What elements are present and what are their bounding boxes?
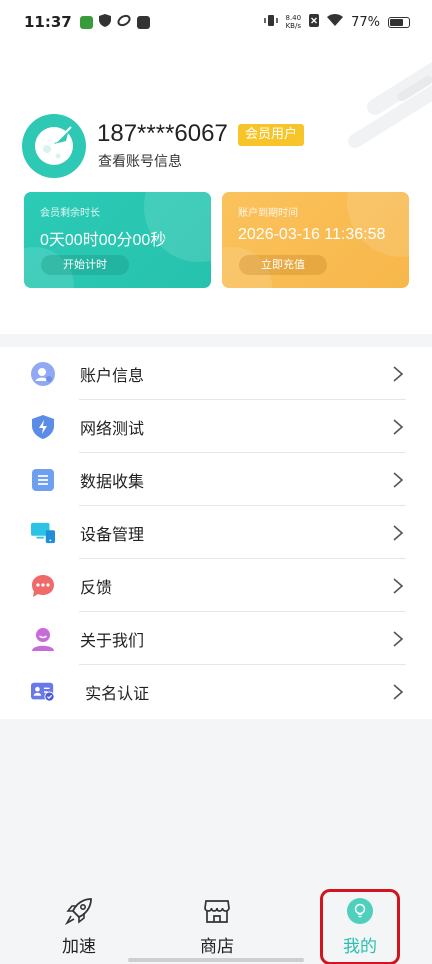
phone-number: 187****6067: [97, 120, 228, 147]
chevron-right-icon: [393, 524, 404, 541]
message-status-icon: [136, 15, 150, 29]
chevron-right-icon: [393, 577, 404, 594]
remaining-time-label: 会员剩余时长: [40, 208, 100, 219]
net-speed-unit: KB/s: [285, 22, 301, 30]
remaining-time-card: 会员剩余时长 0天00时00分00秒 开始计时: [24, 192, 211, 288]
view-account-link[interactable]: 查看账号信息: [98, 151, 182, 171]
expiry-card: 账户到期时间 2026-03-16 11:36:58 立即充值: [222, 192, 409, 288]
menu-item-about-us[interactable]: 关于我们: [0, 612, 432, 665]
app-notification-icon: [79, 15, 93, 29]
home-indicator: [128, 958, 304, 962]
tab-label-store: 商店: [200, 937, 234, 957]
avatar[interactable]: [22, 114, 86, 178]
menu-label-about-us: 关于我们: [80, 630, 145, 650]
menu-item-feedback[interactable]: 反馈: [0, 559, 432, 612]
menu-label-data-collection: 数据收集: [80, 471, 145, 491]
rocket-icon: [64, 896, 94, 926]
chevron-right-icon: [393, 365, 404, 382]
menu-item-device-management[interactable]: 设备管理: [0, 506, 432, 559]
shield-bolt-icon: [31, 414, 55, 439]
chevron-right-icon: [393, 471, 404, 488]
profile-header: 187****6067 会员用户 查看账号信息 会员剩余时长 0天00时00分0…: [0, 44, 432, 334]
tab-accelerate[interactable]: 加速: [39, 896, 119, 960]
menu-label-feedback: 反馈: [80, 577, 113, 597]
vibrate-icon: [263, 14, 278, 31]
battery-icon: [388, 16, 410, 28]
menu-label-device-management: 设备管理: [80, 524, 145, 544]
remaining-time-value: 0天00时00分00秒: [40, 232, 167, 249]
tab-label-accelerate: 加速: [62, 937, 96, 957]
shield-status-icon: [98, 13, 111, 31]
tab-store[interactable]: 商店: [177, 896, 257, 960]
person-icon: [31, 627, 55, 651]
start-timer-button[interactable]: 开始计时: [41, 255, 129, 275]
tab-highlight-box: [320, 889, 400, 964]
account-icon: [31, 361, 55, 386]
menu-item-network-test[interactable]: 网络测试: [0, 400, 432, 453]
wifi-icon: [327, 14, 344, 30]
menu-label-network-test: 网络测试: [80, 418, 145, 438]
menu-item-data-collection[interactable]: 数据收集: [0, 453, 432, 506]
menu-label-real-name-verification: 实名认证: [80, 683, 150, 703]
sync-status-icon: [117, 14, 131, 31]
expiry-value: 2026-03-16 11:36:58: [238, 226, 386, 243]
net-speed-value: 8.40: [285, 14, 302, 22]
expiry-label: 账户到期时间: [238, 208, 298, 219]
list-icon: [31, 468, 55, 492]
settings-menu: 账户信息 网络测试 数据收集 设备管理 反馈 关于我们 实名认证: [0, 347, 432, 719]
status-time: 11:37: [24, 13, 72, 31]
chat-bubble-icon: [31, 574, 55, 598]
status-bar: 11:37 8.40 KB/s 77%: [0, 0, 432, 44]
chevron-right-icon: [393, 630, 404, 647]
id-card-icon: [31, 680, 55, 704]
card-decoration: [347, 192, 409, 257]
net-speed: 8.40 KB/s: [286, 14, 302, 30]
sim-off-icon: [309, 13, 320, 31]
chevron-right-icon: [393, 683, 404, 700]
menu-item-account-info[interactable]: 账户信息: [0, 347, 432, 400]
battery-percent: 77%: [351, 14, 380, 30]
recharge-button[interactable]: 立即充值: [239, 255, 327, 275]
menu-item-real-name-verification[interactable]: 实名认证: [0, 665, 432, 718]
store-icon: [202, 896, 232, 926]
member-badge: 会员用户: [238, 124, 305, 146]
chevron-right-icon: [393, 418, 404, 435]
menu-label-account-info: 账户信息: [80, 365, 145, 385]
devices-icon: [31, 521, 55, 545]
